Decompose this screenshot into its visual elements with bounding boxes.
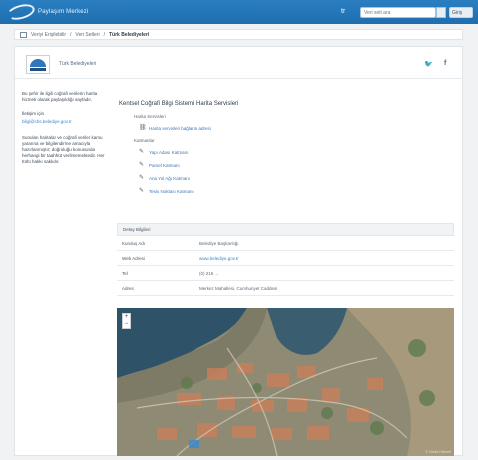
facebook-icon[interactable]: f [444, 60, 446, 67]
sidebar-contact-heading: İletişim için [22, 111, 45, 116]
layer-item[interactable]: ✎ Ana Yol Ağı Katmanı [139, 175, 455, 181]
organization-name: Türk Belediyeleri [59, 61, 97, 67]
table-key: Adres [122, 285, 134, 291]
logo-arc [30, 59, 46, 67]
login-button[interactable]: Giriş [449, 7, 473, 18]
sidebar: Bu şehir ile ilgili coğrafi verilerin ha… [22, 91, 108, 165]
main-content: Kentsel Coğrafi Bilgi Sistemi Harita Ser… [119, 101, 455, 201]
table-key: Kuruluş Adı [122, 240, 146, 246]
site-logo[interactable]: Paylaşım Merkezi [5, 1, 89, 23]
search-button[interactable] [436, 7, 446, 18]
logo-swirl-icon [5, 1, 37, 23]
table-value: Belediye Başkanlığı [199, 240, 239, 246]
table-row: Adres Merkez Mahallesi, Cumhuriyet Cadde… [117, 281, 454, 296]
layer-icon: ✎ [139, 188, 145, 194]
details-table-header: Detay Bilgileri [117, 223, 454, 236]
twitter-icon[interactable]: 🐦 [424, 60, 433, 68]
layer-icon: ✎ [139, 149, 145, 155]
layer-icon: ✎ [139, 162, 145, 168]
sidebar-description: Sunulan haritalar ve coğrafi veriler kam… [22, 135, 105, 164]
layer-item[interactable]: ✎ Parsel Katmanı [139, 162, 455, 168]
table-value: (0) 216 ... [199, 270, 219, 276]
home-icon[interactable] [20, 31, 27, 38]
table-row: Tel (0) 216 ... [117, 266, 454, 281]
table-row: Kuruluş Adı Belediye Başkanlığı [117, 236, 454, 251]
section-layers-label: Katmanlar [134, 138, 155, 143]
breadcrumb: Veriyi Erişilebilir / Veri Setleri / Tür… [14, 29, 463, 40]
content-card: Türk Belediyeleri 🐦 f Bu şehir ile ilgil… [14, 46, 463, 456]
breadcrumb-separator: / [70, 31, 72, 38]
map-attribution: © Harita Hizmeti [425, 450, 451, 454]
zoom-in-button[interactable]: + [123, 314, 130, 321]
layer-icon: ✎ [139, 175, 145, 181]
page-title: Kentsel Coğrafi Bilgi Sistemi Harita Ser… [119, 101, 239, 107]
layer-label[interactable]: Tesis Noktası Katmanı [149, 189, 194, 194]
breadcrumb-item-1[interactable]: Veriyi Erişilebilir [31, 32, 66, 38]
logo-bar [30, 68, 46, 71]
service-link-text[interactable]: Harita servisleri bağlantı adresi [149, 126, 211, 131]
table-key: Web Adresi [122, 255, 145, 261]
layer-item[interactable]: ✎ Tesis Noktası Katmanı [139, 188, 455, 194]
organization-header: Türk Belediyeleri 🐦 f [15, 47, 462, 79]
layer-label[interactable]: Ana Yol Ağı Katmanı [149, 176, 190, 181]
table-key: Tel [122, 270, 128, 276]
table-row: Web Adresi www.belediye.gov.tr [117, 251, 454, 266]
table-value: Merkez Mahallesi, Cumhuriyet Caddesi [199, 285, 278, 291]
breadcrumb-current: Türk Belediyeleri [108, 31, 150, 38]
layer-label[interactable]: Yapı Adası Katmanı [149, 150, 188, 155]
layer-item[interactable]: ✎ Yapı Adası Katmanı [139, 149, 455, 155]
map-zoom-control[interactable]: + − [122, 313, 131, 329]
top-navigation-bar: Paylaşım Merkezi tr Giriş [0, 0, 478, 24]
details-table: Detay Bilgileri Kuruluş Adı Belediye Baş… [117, 223, 454, 296]
map-view[interactable]: + − © Harita Hizmeti [117, 308, 454, 456]
link-icon: ⛓ [139, 125, 147, 131]
section-services-label: Harita Servisleri [134, 114, 166, 119]
language-selector[interactable]: tr [341, 8, 353, 16]
breadcrumb-item-2[interactable]: Veri Setleri [75, 32, 99, 38]
table-value-link[interactable]: www.belediye.gov.tr [199, 256, 239, 261]
layer-label[interactable]: Parsel Katmanı [149, 163, 180, 168]
brand-text: Paylaşım Merkezi [38, 9, 89, 15]
breadcrumb-separator: / [103, 31, 105, 38]
sidebar-contact-link[interactable]: bilgi@cbs.belediye.gov.tr [22, 119, 108, 125]
satellite-imagery [117, 308, 454, 456]
sidebar-intro: Bu şehir ile ilgili coğrafi verilerin ha… [22, 91, 98, 102]
organization-logo [26, 55, 50, 74]
zoom-out-button[interactable]: − [123, 321, 130, 328]
search-input[interactable] [360, 7, 436, 18]
service-link-item[interactable]: ⛓ Harita servisleri bağlantı adresi [139, 125, 455, 131]
